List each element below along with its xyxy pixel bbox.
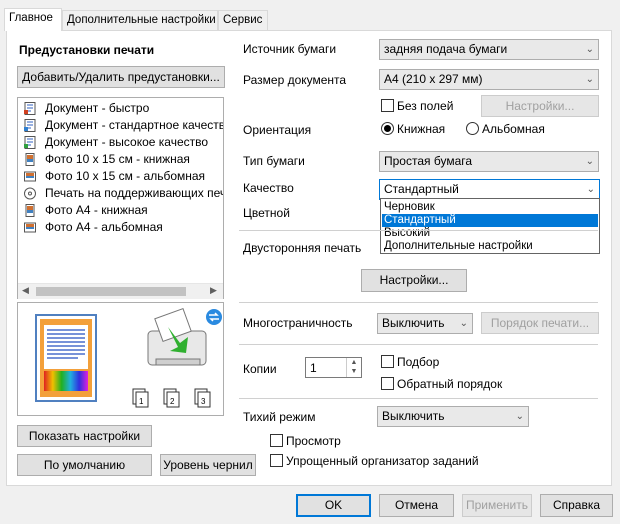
- job-arranger-checkbox[interactable]: [270, 454, 283, 467]
- quality-value: Стандартный: [384, 182, 459, 196]
- paper-source-value: задняя подача бумаги: [384, 42, 508, 56]
- scroll-right-icon[interactable]: ▶: [210, 285, 217, 296]
- duplex-label: Двусторонняя печать: [243, 241, 362, 255]
- print-preview: 1 2 3: [17, 302, 224, 416]
- help-button[interactable]: Справка: [540, 494, 613, 517]
- portrait-label: Книжная: [397, 122, 446, 136]
- copies-stepper[interactable]: 1 ▲ ▼: [305, 357, 362, 378]
- paper-type-value: Простая бумага: [384, 154, 473, 168]
- quality-select[interactable]: Стандартный ⌄: [379, 179, 600, 200]
- show-settings-button[interactable]: Показать настройки: [17, 425, 152, 447]
- orientation-label: Ориентация: [243, 123, 312, 137]
- paper-size-value: A4 (210 x 297 мм): [384, 72, 483, 86]
- defaults-button[interactable]: По умолчанию: [17, 454, 152, 476]
- multipage-value: Выключить: [382, 316, 445, 330]
- tab-service[interactable]: Сервис: [218, 10, 268, 30]
- horizontal-scrollbar[interactable]: ◀ ▶: [18, 283, 223, 299]
- collate-checkbox[interactable]: [381, 355, 394, 368]
- quality-option-high[interactable]: Высокий: [382, 227, 598, 240]
- paper-source-select[interactable]: задняя подача бумаги ⌄: [379, 39, 599, 60]
- borderless-checkbox[interactable]: [381, 99, 394, 112]
- quality-option-standard[interactable]: Стандартный: [382, 214, 598, 227]
- preview-checkbox[interactable]: [270, 434, 283, 447]
- collate-label: Подбор: [397, 355, 440, 369]
- landscape-radio[interactable]: [466, 122, 479, 135]
- printer-icon: [147, 307, 207, 366]
- chevron-down-icon: ⌄: [515, 411, 524, 422]
- borderless-settings-button[interactable]: Настройки...: [481, 95, 599, 117]
- paper-size-select[interactable]: A4 (210 x 297 мм) ⌄: [379, 69, 599, 90]
- chevron-down-icon: ⌄: [459, 318, 468, 329]
- disc-icon: [24, 187, 36, 200]
- reverse-order-label: Обратный порядок: [397, 377, 503, 391]
- quiet-mode-select[interactable]: Выключить ⌄: [377, 406, 529, 427]
- photo-landscape-icon: [24, 222, 36, 233]
- landscape-label: Альбомная: [482, 122, 545, 136]
- multipage-select[interactable]: Выключить ⌄: [377, 313, 473, 334]
- apply-button[interactable]: Применить: [462, 494, 532, 517]
- job-arranger-label: Упрощенный организатор заданий: [286, 454, 479, 468]
- document-icon: [24, 102, 36, 115]
- reverse-order-checkbox[interactable]: [381, 377, 394, 390]
- paper-source-label: Источник бумаги: [243, 42, 337, 56]
- paper-size-label: Размер документа: [243, 73, 347, 87]
- scroll-thumb[interactable]: [36, 287, 186, 296]
- quality-option-draft[interactable]: Черновик: [382, 201, 598, 214]
- scroll-left-icon[interactable]: ◀: [22, 285, 29, 296]
- color-label: Цветной: [243, 206, 290, 220]
- presets-list[interactable]: Документ - быстро Документ - стандартное…: [17, 97, 224, 299]
- copies-value: 1: [310, 361, 317, 375]
- stepper-arrows[interactable]: ▲ ▼: [346, 358, 361, 377]
- presets-title: Предустановки печати: [19, 43, 155, 57]
- print-order-button[interactable]: Порядок печати...: [481, 312, 599, 334]
- chevron-down-icon: ⌄: [585, 156, 594, 167]
- ink-levels-button[interactable]: Уровень чернил: [160, 454, 256, 476]
- tab-advanced[interactable]: Дополнительные настройки: [62, 10, 218, 30]
- quality-option-advanced[interactable]: Дополнительные настройки: [382, 240, 598, 253]
- quiet-mode-label: Тихий режим: [243, 410, 316, 424]
- photo-portrait-icon: [25, 153, 35, 166]
- ok-button[interactable]: OK: [296, 494, 371, 517]
- chevron-down-icon: ⌄: [586, 184, 595, 195]
- divider: [239, 302, 598, 303]
- photo-portrait-icon: [25, 204, 35, 217]
- copies-label: Копии: [243, 362, 277, 376]
- borderless-label: Без полей: [397, 99, 454, 113]
- chevron-down-icon: ⌄: [585, 44, 594, 55]
- portrait-radio[interactable]: [381, 122, 394, 135]
- svg-text:2: 2: [170, 397, 175, 406]
- chevron-down-icon: ⌄: [585, 74, 594, 85]
- tab-main[interactable]: Главное: [4, 8, 62, 31]
- divider: [239, 230, 598, 231]
- document-icon: [24, 119, 36, 132]
- preview-illustration: 1 2 3: [35, 307, 222, 408]
- duplex-settings-button[interactable]: Настройки...: [361, 269, 467, 292]
- cancel-button[interactable]: Отмена: [379, 494, 454, 517]
- divider: [239, 398, 598, 399]
- quality-label: Качество: [243, 181, 294, 195]
- quiet-mode-value: Выключить: [382, 409, 445, 423]
- photo-landscape-icon: [24, 171, 36, 182]
- add-remove-presets-button[interactable]: Добавить/Удалить предустановки...: [17, 66, 225, 88]
- paper-type-select[interactable]: Простая бумага ⌄: [379, 151, 599, 172]
- svg-text:1: 1: [139, 397, 144, 406]
- multipage-label: Многостраничность: [243, 316, 353, 330]
- svg-text:3: 3: [201, 397, 206, 406]
- divider: [239, 344, 598, 345]
- paper-type-label: Тип бумаги: [243, 154, 305, 168]
- quality-dropdown-list[interactable]: Черновик Стандартный Высокий Дополнитель…: [380, 198, 600, 254]
- document-icon: [24, 136, 36, 149]
- preview-label: Просмотр: [286, 434, 341, 448]
